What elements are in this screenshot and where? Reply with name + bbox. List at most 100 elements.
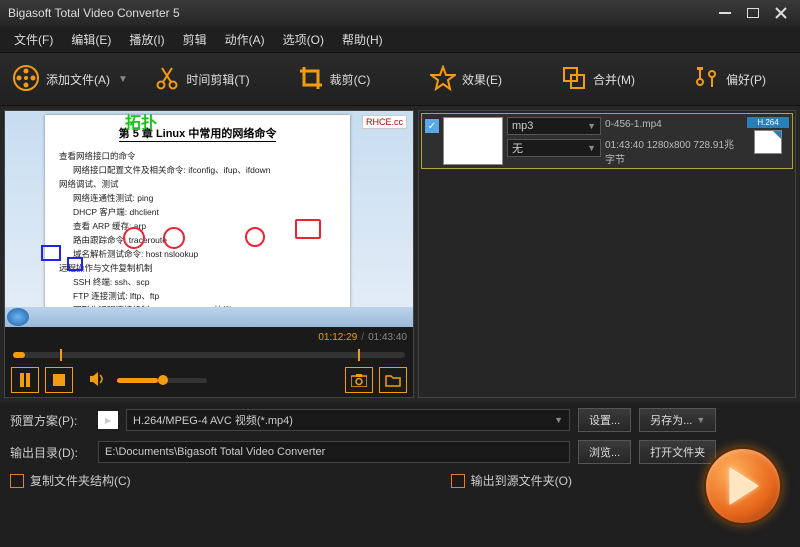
time-total: 01:43:40	[368, 332, 407, 343]
content-area: RHCE.cc 拓扑 第 5 章 Linux 中常用的网络命令 查看网络接口的命…	[0, 106, 800, 402]
item-meta: 01:43:40 1280x800 728.91兆字节	[605, 136, 743, 166]
volume-thumb[interactable]	[158, 375, 168, 385]
sheet-icon	[754, 130, 782, 154]
add-file-button[interactable]: 添加文件(A) ▼	[4, 53, 136, 105]
snapshot-folder-button[interactable]	[379, 367, 407, 393]
start-orb-icon	[7, 308, 29, 326]
pause-button[interactable]	[11, 367, 39, 393]
preview-canvas[interactable]: RHCE.cc 拓扑 第 5 章 Linux 中常用的网络命令 查看网络接口的命…	[5, 111, 413, 327]
add-file-label: 添加文件(A)	[46, 71, 110, 88]
profile-row: 预置方案(P): ▶ H.264/MPEG-4 AVC 视频(*.mp4)▼ 设…	[10, 408, 790, 432]
window-buttons	[714, 5, 792, 21]
save-as-button[interactable]: 另存为... ▼	[639, 408, 716, 432]
merge-label: 合并(M)	[593, 71, 635, 88]
browse-button[interactable]: 浏览...	[578, 440, 631, 464]
merge-button[interactable]: 合并(M)	[532, 53, 664, 105]
profile-value: H.264/MPEG-4 AVC 视频(*.mp4)	[133, 412, 293, 428]
list-item[interactable]: ✓ mp3▼ 无▼ 0-456-1.mp4 01:43:40 1280x800 …	[421, 113, 793, 169]
annotation-red-1	[123, 227, 145, 249]
title-bar: Bigasoft Total Video Converter 5	[0, 0, 800, 26]
play-icon	[726, 466, 760, 506]
browse-label: 浏览...	[589, 444, 620, 460]
output-row: 输出目录(D): 浏览... 打开文件夹	[10, 440, 790, 464]
seek-fill	[13, 352, 25, 358]
keep-structure-checkbox[interactable]: 复制文件夹结构(C)	[10, 472, 131, 489]
seek-marker-end[interactable]	[358, 349, 360, 361]
menu-trim[interactable]: 剪辑	[175, 28, 215, 51]
item-info: 0-456-1.mp4 01:43:40 1280x800 728.91兆字节	[605, 117, 743, 166]
close-button[interactable]	[770, 5, 792, 21]
merge-icon	[561, 65, 587, 94]
snapshot-button[interactable]	[345, 367, 373, 393]
crop-icon	[298, 65, 324, 94]
preferences-button[interactable]: 偏好(P)	[664, 53, 796, 105]
item-filename: 0-456-1.mp4	[605, 119, 743, 130]
annotation-red-4	[295, 219, 321, 239]
output-path-input[interactable]	[98, 441, 570, 463]
output-to-source-checkbox[interactable]: 输出到源文件夹(O)	[451, 472, 572, 489]
bottom-panel: 预置方案(P): ▶ H.264/MPEG-4 AVC 视频(*.mp4)▼ 设…	[0, 402, 800, 547]
checkbox-icon	[451, 474, 465, 488]
convert-button[interactable]	[704, 447, 782, 525]
annotation-green: 拓扑	[125, 111, 157, 133]
save-as-label: 另存为...	[650, 412, 692, 428]
output-to-source-label: 输出到源文件夹(O)	[471, 472, 572, 489]
menu-bar: 文件(F) 编辑(E) 播放(I) 剪辑 动作(A) 选项(O) 帮助(H)	[0, 26, 800, 52]
time-separator: /	[361, 332, 364, 343]
volume-fill	[117, 378, 158, 383]
menu-option[interactable]: 选项(O)	[275, 28, 332, 51]
film-reel-icon	[12, 64, 40, 95]
volume-slider[interactable]	[117, 378, 207, 383]
chevron-down-icon: ▼	[587, 143, 596, 153]
effect-button[interactable]: 效果(E)	[400, 53, 532, 105]
menu-play[interactable]: 播放(I)	[121, 28, 172, 51]
checkbox-row: 复制文件夹结构(C) 输出到源文件夹(O)	[10, 472, 790, 489]
open-folder-button[interactable]: 打开文件夹	[639, 440, 716, 464]
profile-icon: ▶	[98, 411, 118, 429]
profile-label: 预置方案(P):	[10, 412, 90, 429]
annotation-blue-1	[41, 245, 61, 261]
chevron-down-icon: ▼	[118, 74, 128, 85]
format-tag: H.264	[747, 117, 789, 128]
time-trim-label: 时间剪辑(T)	[186, 71, 249, 88]
menu-action[interactable]: 动作(A)	[217, 28, 273, 51]
menu-file[interactable]: 文件(F)	[6, 28, 61, 51]
settings-button[interactable]: 设置...	[578, 408, 631, 432]
annotation-blue-2	[67, 257, 83, 271]
preferences-label: 偏好(P)	[726, 71, 766, 88]
video-format-value: 无	[512, 140, 523, 156]
checkbox-icon	[10, 474, 24, 488]
minimize-button[interactable]	[714, 5, 736, 21]
seek-track[interactable]	[13, 352, 405, 358]
video-format-dropdown[interactable]: 无▼	[507, 139, 601, 157]
time-display: 01:12:29 / 01:43:40	[5, 327, 413, 347]
profile-dropdown[interactable]: H.264/MPEG-4 AVC 视频(*.mp4)▼	[126, 409, 570, 431]
stop-button[interactable]	[45, 367, 73, 393]
open-folder-label: 打开文件夹	[650, 444, 705, 460]
time-trim-button[interactable]: 时间剪辑(T)	[136, 53, 268, 105]
menu-help[interactable]: 帮助(H)	[334, 28, 391, 51]
maximize-button[interactable]	[742, 5, 764, 21]
file-list-pane: ✓ mp3▼ 无▼ 0-456-1.mp4 01:43:40 1280x800 …	[418, 110, 796, 398]
seek-marker-start[interactable]	[60, 349, 62, 361]
tools-icon	[694, 65, 720, 94]
menu-edit[interactable]: 编辑(E)	[63, 28, 119, 51]
volume-icon[interactable]	[89, 371, 107, 390]
item-format-selectors: mp3▼ 无▼	[507, 117, 601, 157]
crop-button[interactable]: 裁剪(C)	[268, 53, 400, 105]
chevron-down-icon: ▼	[696, 415, 705, 425]
window-title: Bigasoft Total Video Converter 5	[8, 6, 714, 20]
audio-format-dropdown[interactable]: mp3▼	[507, 117, 601, 135]
watermark: RHCE.cc	[362, 115, 407, 129]
preview-pane: RHCE.cc 拓扑 第 5 章 Linux 中常用的网络命令 查看网络接口的命…	[4, 110, 414, 398]
main-toolbar: 添加文件(A) ▼ 时间剪辑(T) 裁剪(C) 效果(E) 合并(M) 偏好(P…	[0, 52, 800, 106]
item-checkbox[interactable]: ✓	[425, 119, 439, 133]
seek-bar[interactable]	[5, 347, 413, 363]
output-format-badge[interactable]: H.264	[747, 117, 789, 154]
preview-document: 拓扑 第 5 章 Linux 中常用的网络命令 查看网络接口的命令 网络接口配置…	[45, 115, 350, 327]
item-thumbnail[interactable]	[443, 117, 503, 165]
annotation-red-2	[163, 227, 185, 249]
star-icon	[430, 65, 456, 94]
audio-format-value: mp3	[512, 120, 533, 132]
output-label: 输出目录(D):	[10, 444, 90, 461]
